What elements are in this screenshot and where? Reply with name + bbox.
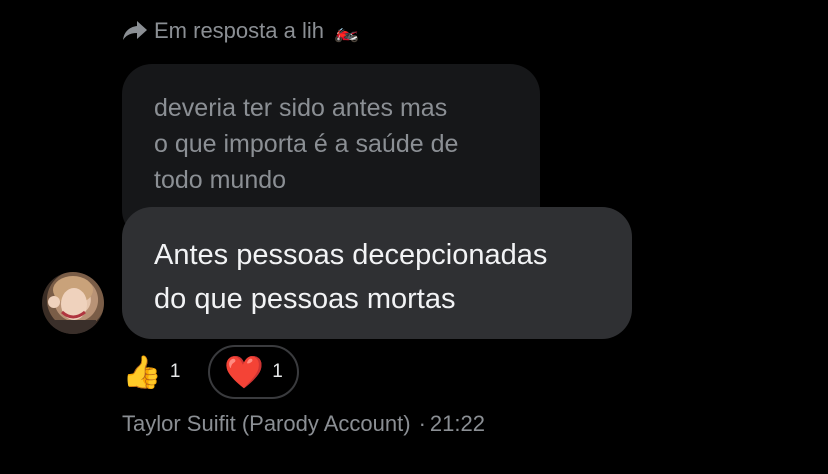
reply-context-label: Em resposta a lih — [154, 18, 324, 43]
quoted-message-line: o que importa é a saúde de — [154, 130, 459, 158]
message-line: Antes pessoas decepcionadas — [154, 239, 548, 271]
reply-context[interactable]: Em resposta a lih 🏍️ — [122, 18, 359, 44]
quoted-message-line: todo mundo — [154, 166, 287, 194]
quoted-message-line: deveria ter sido antes mas — [154, 94, 448, 122]
reaction-thumbs-up[interactable]: 👍 1 — [120, 343, 186, 401]
message-line: do que pessoas mortas — [154, 283, 456, 315]
sender-name[interactable]: Taylor Suifit (Parody Account) — [122, 411, 411, 436]
reaction-heart[interactable]: ❤️ 1 — [208, 345, 299, 399]
timestamp: 21:22 — [429, 411, 485, 436]
message-meta: Taylor Suifit (Parody Account) · 21:22 — [122, 411, 485, 437]
reactions-bar: 👍 1 ❤️ 1 — [120, 343, 299, 401]
share-arrow-icon — [122, 20, 148, 42]
reaction-count: 1 — [272, 361, 283, 382]
message-bubble[interactable]: Antes pessoas decepcionadas do que pesso… — [122, 207, 632, 339]
avatar[interactable] — [42, 272, 104, 334]
reaction-count: 1 — [169, 361, 181, 382]
heart-icon: ❤️ — [224, 354, 265, 390]
separator: · — [418, 411, 426, 436]
thumbs-up-icon: 👍 — [122, 354, 162, 390]
motorbike-icon: 🏍️ — [333, 20, 359, 43]
